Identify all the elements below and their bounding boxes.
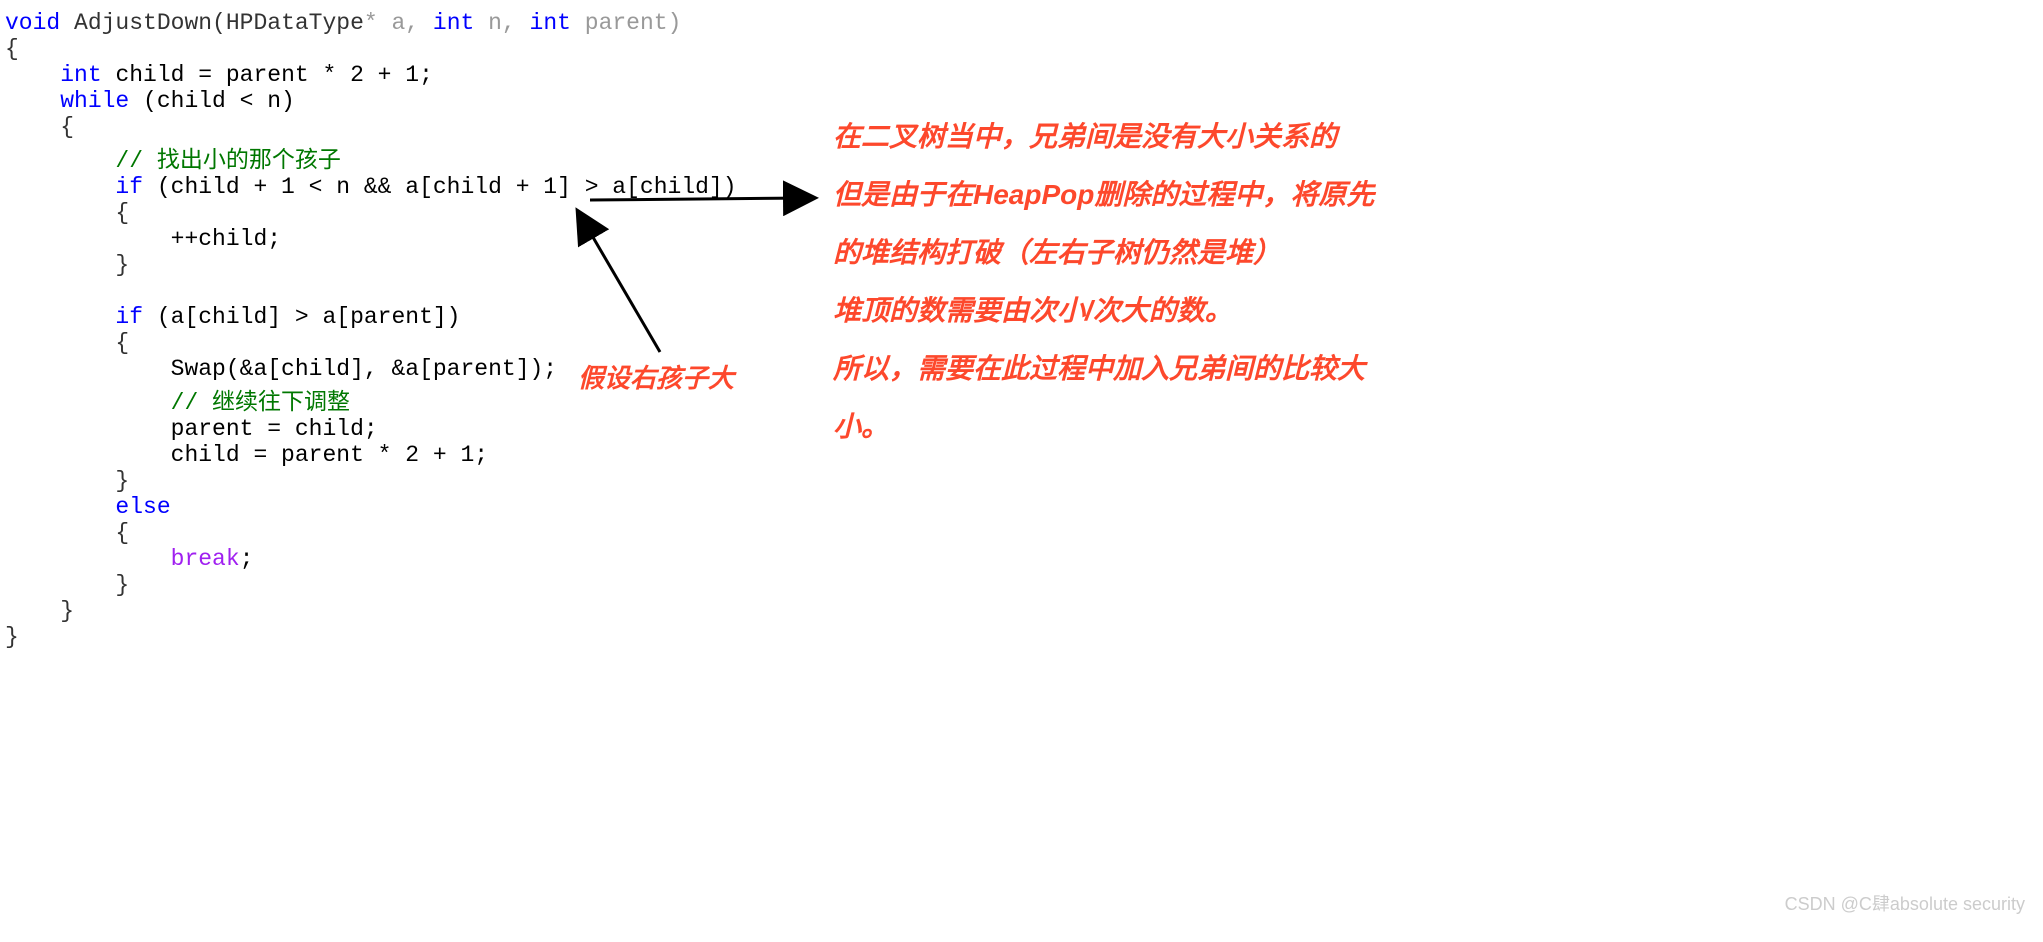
comment-1: // 找出小的那个孩子 (115, 148, 340, 174)
annot-line-1: 在二叉树当中，兄弟间是没有大小关系的 (833, 108, 1553, 166)
break-semi: ; (240, 546, 254, 572)
if2-cond: (a[child] > a[parent]) (143, 304, 460, 330)
kw-int-3: int (60, 62, 101, 88)
kw-while: while (60, 88, 129, 114)
if1-cond: (child + 1 < n && a[child + 1] > a[child… (143, 174, 737, 200)
param-a: * a, (364, 10, 433, 36)
type-name: HPDataType (226, 10, 364, 36)
decl-child: child = parent * 2 + 1; (102, 62, 433, 88)
annot-line-2: 但是由于在HeapPop删除的过程中，将原先 (833, 166, 1553, 224)
kw-if-1: if (115, 174, 143, 200)
annot-line-5: 所以，需要在此过程中加入兄弟间的比较大 (833, 340, 1553, 398)
kw-if-2: if (115, 304, 143, 330)
comment-2: // 继续往下调整 (171, 390, 350, 416)
annot-line-3: 的堆结构打破（左右子树仍然是堆） (833, 224, 1553, 282)
annotation-hint: 假设右孩子大 (578, 358, 734, 395)
kw-else: else (115, 494, 170, 520)
kw-break: break (171, 546, 240, 572)
assign-parent: parent = child; (171, 416, 378, 442)
assign-child: child = parent * 2 + 1; (171, 442, 488, 468)
code-block: void AdjustDown(HPDataType* a, int n, in… (5, 10, 737, 650)
annotation-block: 在二叉树当中，兄弟间是没有大小关系的 但是由于在HeapPop删除的过程中，将原… (833, 108, 1553, 456)
annot-line-4: 堆顶的数需要由次小/次大的数。 (833, 282, 1553, 340)
while-cond: (child < n) (129, 88, 295, 114)
kw-int-1: int (433, 10, 474, 36)
param-n: n, (474, 10, 529, 36)
kw-int-2: int (530, 10, 571, 36)
fn-name: AdjustDown( (60, 10, 226, 36)
param-parent: parent) (571, 10, 681, 36)
swap-call: Swap(&a[child], &a[parent]); (171, 356, 557, 382)
inc-child: ++child; (171, 226, 281, 252)
kw-void: void (5, 10, 60, 36)
watermark: CSDN @C肆absolute security (1785, 890, 2025, 916)
annot-line-6: 小。 (833, 398, 1553, 456)
